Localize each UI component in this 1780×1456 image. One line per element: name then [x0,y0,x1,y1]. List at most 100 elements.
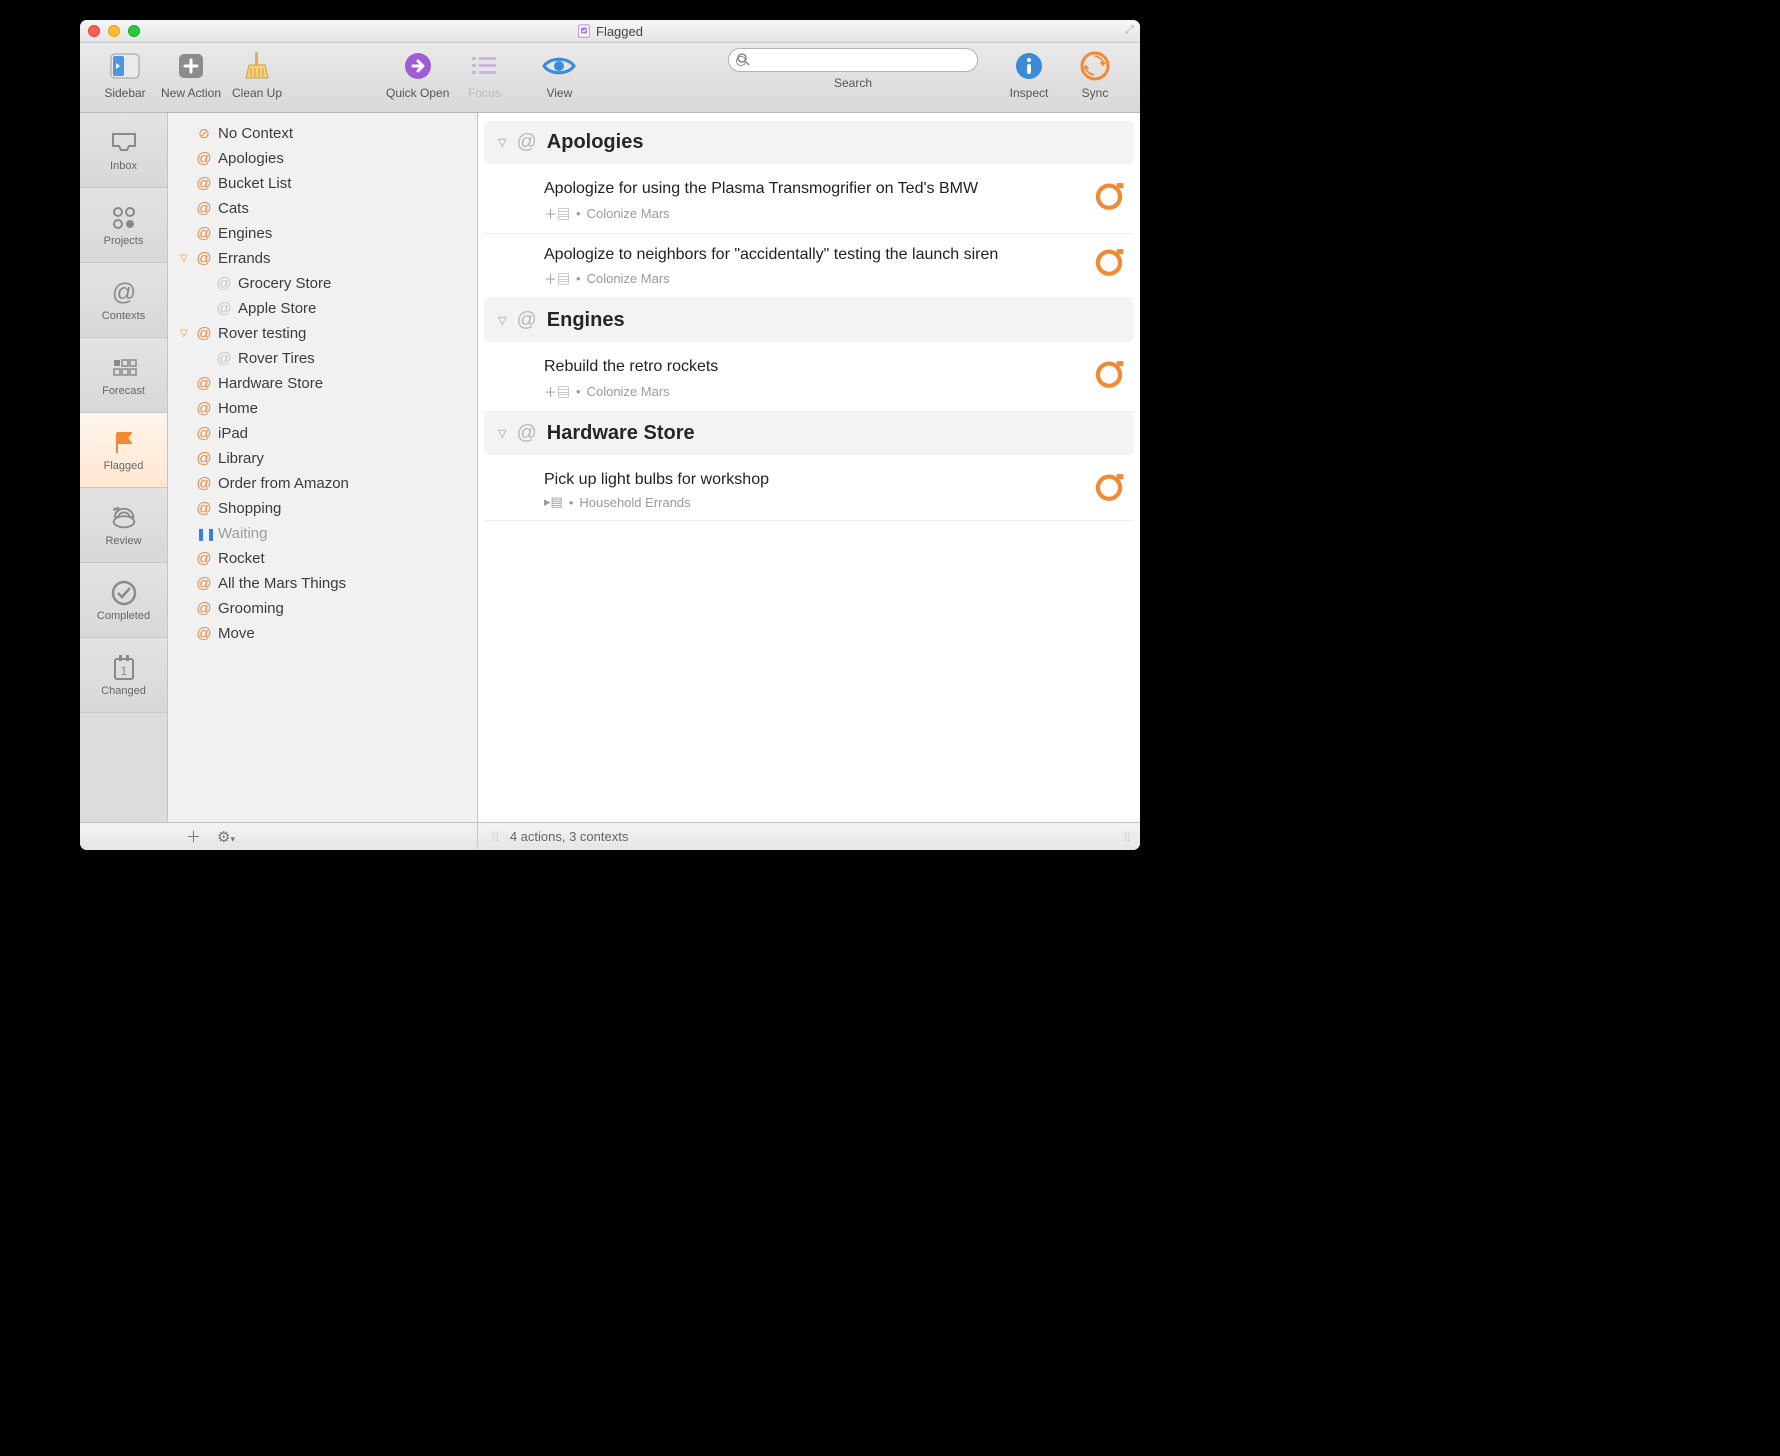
context-label: Waiting [218,525,469,542]
resize-grip-icon[interactable]: ⦙⦙ [1124,829,1140,845]
flag-status-icon[interactable] [1092,469,1126,503]
context-item[interactable]: @ Engines [168,221,477,246]
context-item[interactable]: @Apologies [168,146,477,171]
group-header[interactable]: ▽ @ Engines [484,299,1134,342]
flagged-doc-icon [577,24,591,38]
context-item[interactable]: @Cats [168,196,477,221]
context-item[interactable]: @Bucket List [168,171,477,196]
context-item[interactable]: ❚❚Waiting [168,521,477,546]
completed-icon [110,579,138,607]
view-button[interactable]: View [519,48,599,100]
context-label: Engines [218,225,469,242]
perspective-forecast[interactable]: Forecast [80,338,167,413]
status-bar: ＋ ⚙▾ ⦙⦙ 4 actions, 3 contexts ⦙⦙ [80,822,1140,850]
perspective-label: Forecast [102,385,145,397]
context-item[interactable]: @Home [168,396,477,421]
at-icon: @ [196,450,212,467]
inspect-button[interactable]: Inspect [998,48,1060,100]
perspective-label: Flagged [104,460,144,472]
context-item[interactable]: @Order from Amazon [168,471,477,496]
context-item[interactable]: @Hardware Store [168,371,477,396]
task-meta: ▸▤ • Household Errands [544,494,1080,510]
context-label: No Context [218,125,469,142]
fullscreen-button[interactable]: ⤢ [1125,24,1134,37]
context-item[interactable]: @Grocery Store [168,271,477,296]
disclosure-triangle-icon[interactable]: ▽ [180,328,190,339]
context-label: Bucket List [218,175,469,192]
task-title: Apologize for using the Plasma Transmogr… [544,178,1080,200]
context-label: Rocket [218,550,469,567]
task-row[interactable]: Rebuild the retro rockets＋▤ • Colonize M… [484,346,1134,412]
add-button[interactable]: ＋ [186,826,201,847]
context-item[interactable]: @ Rocket [168,546,477,571]
context-item[interactable]: ▽@Rover testing [168,321,477,346]
perspective-completed[interactable]: Completed [80,563,167,638]
context-label: Apologies [218,150,469,167]
flag-status-icon[interactable] [1092,244,1126,278]
parent-arrow-icon: ▸▤ [544,494,563,510]
task-meta: ＋▤ • Colonize Mars [544,204,1080,223]
search-input[interactable] [728,48,978,72]
disclosure-triangle-icon[interactable]: ▽ [498,136,506,149]
at-icon: @ [196,400,212,417]
task-row[interactable]: Pick up light bulbs for workshop▸▤ • Hou… [484,459,1134,522]
clean-up-button[interactable]: Clean Up [226,48,288,100]
info-icon [1011,48,1047,84]
at-icon: @ [196,550,212,567]
sidebar-label: Sidebar [104,86,145,100]
sync-button[interactable]: Sync [1064,48,1126,100]
sidebar-toggle-button[interactable]: Sidebar [94,48,156,100]
context-label: Apple Store [238,300,469,317]
flagged-icon [110,429,138,457]
flag-status-icon[interactable] [1092,356,1126,390]
gear-menu-button[interactable]: ⚙▾ [217,828,235,846]
context-item[interactable]: @Apple Store [168,296,477,321]
disclosure-triangle-icon[interactable]: ▽ [498,314,506,327]
group-header[interactable]: ▽@Apologies [484,121,1134,164]
at-icon: @ [516,309,536,332]
note-plus-icon: ＋▤ [544,204,570,223]
context-item[interactable]: @Grooming [168,596,477,621]
context-label: Errands [218,250,469,267]
window-title-text: Flagged [596,24,643,39]
quick-open-button[interactable]: Quick Open [386,48,449,100]
perspective-inbox[interactable]: Inbox [80,113,167,188]
task-row[interactable]: Apologize to neighbors for "accidentally… [484,234,1134,300]
perspective-changed[interactable]: 1Changed [80,638,167,713]
perspective-contexts[interactable]: @Contexts [80,263,167,338]
context-item[interactable]: @iPad [168,421,477,446]
inbox-icon [110,129,138,157]
task-row[interactable]: Apologize for using the Plasma Transmogr… [484,168,1134,234]
at-icon: @ [196,225,212,242]
context-item[interactable]: @Shopping [168,496,477,521]
group-header[interactable]: ▽@Hardware Store [484,412,1134,455]
perspective-projects[interactable]: Projects [80,188,167,263]
context-item[interactable]: @All the Mars Things [168,571,477,596]
disclosure-triangle-icon[interactable]: ▽ [498,427,506,440]
context-label: All the Mars Things [218,575,469,592]
context-label: Hardware Store [218,375,469,392]
group-title: Engines [547,309,625,332]
sync-label: Sync [1082,86,1109,100]
at-icon: @ [196,250,212,267]
task-title: Apologize to neighbors for "accidentally… [544,244,1080,266]
new-action-button[interactable]: New Action [160,48,222,100]
focus-label: Focus [468,86,501,100]
context-item[interactable]: @Rover Tires [168,346,477,371]
context-label: Move [218,625,469,642]
focus-button[interactable]: Focus [453,48,515,100]
context-label: Grooming [218,600,469,617]
perspective-flagged[interactable]: Flagged [80,413,167,488]
flag-status-icon[interactable] [1092,178,1126,212]
context-item[interactable]: ▽ @ Errands [168,246,477,271]
window-title: Flagged [80,24,1140,39]
context-item[interactable]: @Move [168,621,477,646]
disclosure-triangle-icon[interactable]: ▽ [180,253,190,264]
clean-up-label: Clean Up [232,86,282,100]
perspectives-bar: InboxProjects@Contexts Forecast Flagged Rev… [80,113,168,822]
eye-icon [541,48,577,84]
note-plus-icon: ＋▤ [544,269,570,288]
context-item[interactable]: ⊘No Context [168,121,477,146]
perspective-review[interactable]: Review [80,488,167,563]
context-item[interactable]: @Library [168,446,477,471]
